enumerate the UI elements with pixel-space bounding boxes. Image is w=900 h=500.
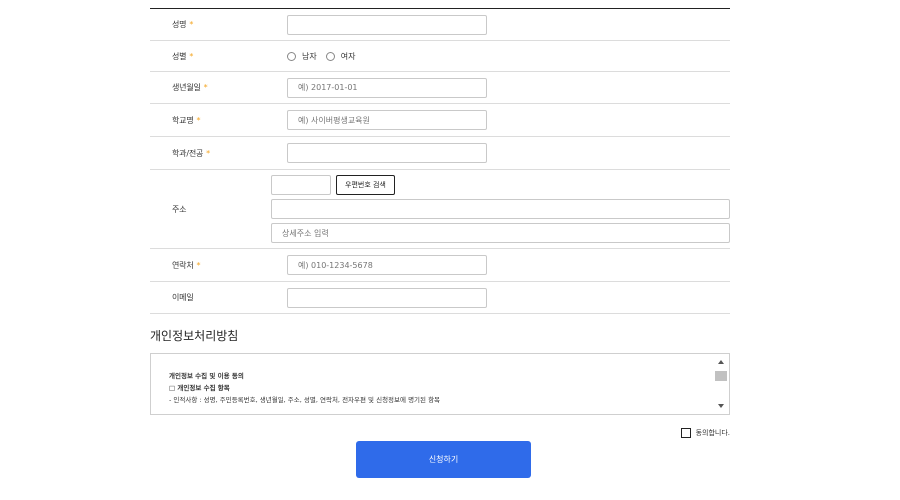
gender-male-radio[interactable]: 남자 [287,51,317,62]
birth-input[interactable] [287,77,487,98]
scroll-down-icon[interactable] [718,404,724,408]
school-label: 학교명 * [172,115,201,125]
row-phone: 연락처 * [150,249,730,282]
address-detail-input[interactable] [271,223,730,243]
row-birth: 생년월일 * [150,72,730,104]
row-name: 성명 * [150,9,730,41]
privacy-heading: 개인정보 수집 및 이용 동의 [169,372,244,380]
privacy-title: 개인정보처리방침 [150,329,239,343]
privacy-text: - 인적사항 : 성명, 주민등록번호, 생년월일, 주소, 성별, 연락처, … [169,396,441,404]
name-label: 성명 * [172,20,194,29]
email-input[interactable] [287,287,487,308]
major-label: 학과/전공 * [172,148,210,158]
application-form: 성명* 성별* 남자 여자 생년월일* 학교명* 학과/전공* 주소 우편번호 … [150,8,730,314]
school-input[interactable] [287,110,487,130]
agree-checkbox[interactable]: 동의합니다. [680,428,730,438]
scroll-thumb[interactable] [715,371,727,381]
gender-label: 성별 * [172,51,194,61]
birth-label: 생년월일 * [172,83,208,92]
row-major: 학과/전공 * [150,137,730,170]
address-label: 주소 [172,204,187,214]
phone-label: 연락처 * [172,260,201,270]
privacy-subheading: □ 개인정보 수집 항목 [169,384,230,392]
checkbox-icon[interactable] [680,428,691,438]
scroll-up-icon[interactable] [718,360,724,364]
row-gender: 성별 * 남자 여자 [150,41,730,72]
gender-female-radio[interactable]: 여자 [325,51,355,62]
submit-button[interactable]: 신청하기 [356,441,531,478]
agree-label: 동의합니다. [695,429,730,437]
row-address: 주소 우편번호 검색 [150,170,730,249]
address-input[interactable] [271,199,730,219]
postcode-input[interactable] [271,175,331,195]
row-school: 학교명 * [150,104,730,137]
privacy-policy-box[interactable]: 개인정보 수집 및 이용 동의 □ 개인정보 수집 항목 - 인적사항 : 성명… [150,353,730,415]
row-email: 이메일 [150,282,730,314]
email-label: 이메일 [172,293,194,302]
phone-input[interactable] [287,255,487,275]
major-input[interactable] [287,143,487,163]
privacy-scrollbar[interactable] [715,356,727,412]
postcode-search-button[interactable]: 우편번호 검색 [336,175,395,195]
name-input[interactable] [287,14,487,35]
